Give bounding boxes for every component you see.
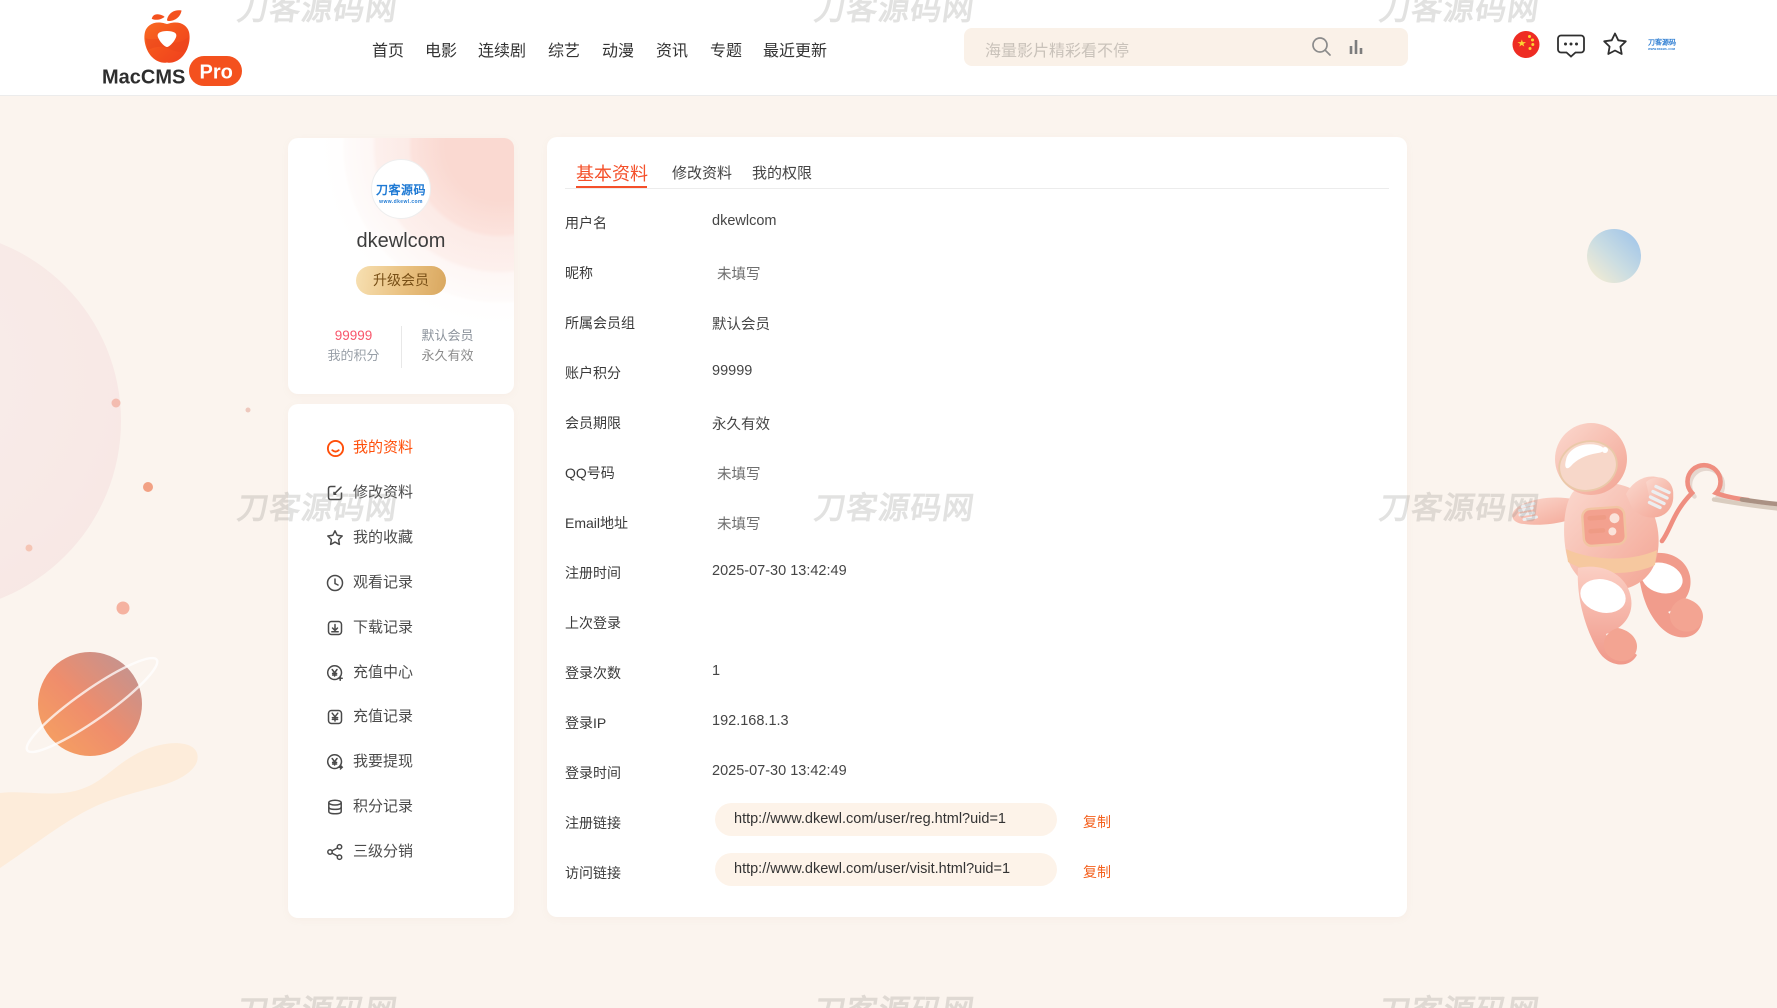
svg-text:刀客源码: 刀客源码	[1648, 38, 1676, 47]
svg-text:Pro: Pro	[200, 62, 233, 84]
svg-text:MacCMS: MacCMS	[102, 67, 185, 89]
svg-text:WWW.DKEWL.COM: WWW.DKEWL.COM	[1648, 47, 1676, 51]
